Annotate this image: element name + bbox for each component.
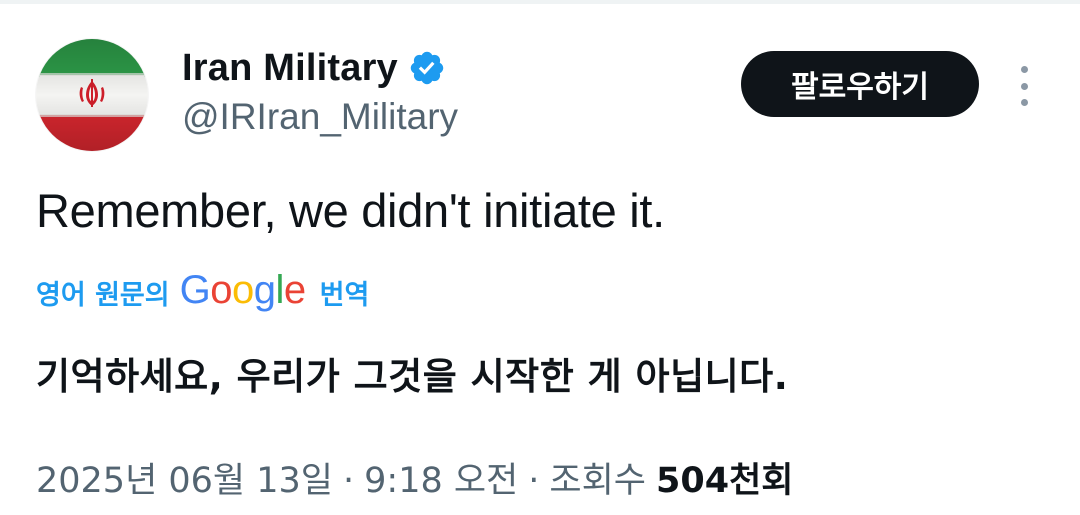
google-logo-letter: e [283,268,306,312]
more-options-icon[interactable] [1008,66,1040,106]
tweet-date[interactable]: 2025년 06월 13일 [36,452,333,503]
author-handle[interactable]: @IRIran_Military [182,96,458,138]
more-dot [1020,82,1028,90]
more-dot [1020,66,1028,73]
translated-text: 기억하세요, 우리가 그것을 시작한 게 아닙니다. [36,355,789,398]
tweet-text: Remember, we didn't initiate it. [36,184,665,237]
author-name-row: Iran Military [182,44,446,92]
author-display-name[interactable]: Iran Military [182,47,398,90]
follow-button[interactable]: 팔로우하기 [741,51,979,117]
google-logo: Google [179,268,307,312]
verified-badge-icon[interactable] [408,49,446,87]
top-divider [0,0,1080,4]
views-label: 조회수 [549,461,647,501]
meta-separator: · [528,461,540,501]
avatar[interactable] [36,39,148,151]
google-logo-letter: o [231,268,254,312]
iran-flag-avatar [36,39,148,151]
translation-suffix: 번역 [319,279,370,311]
tweet-card: Iran Military @IRIran_Military 팔로우하기 Rem… [0,0,1080,515]
tweet-time[interactable]: 9:18 오전 [364,452,518,503]
google-logo-letter: g [253,268,276,312]
google-logo-letter: G [179,268,211,312]
more-dot [1020,99,1028,106]
meta-separator: · [343,461,355,501]
translation-attribution[interactable]: 영어 원문의 Google 번역 [36,270,369,314]
views-count: 504천회 [656,461,794,501]
google-logo-letter: l [275,268,284,312]
google-logo-letter: o [210,268,232,312]
translation-prefix: 영어 원문의 [36,279,170,311]
tweet-metadata: 2025년 06월 13일 · 9:18 오전 · 조회수 504천회 [36,452,793,503]
